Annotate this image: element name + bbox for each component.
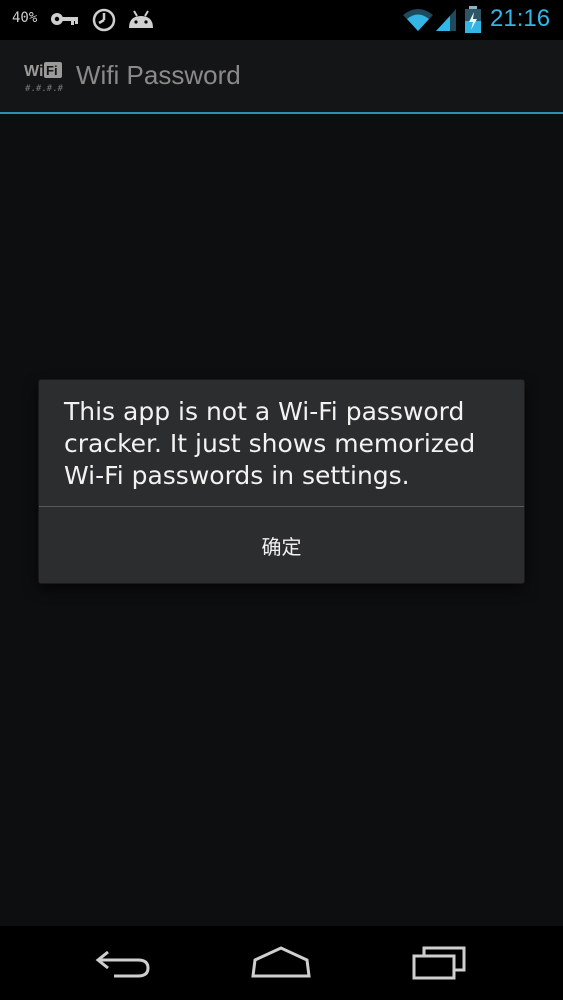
battery-charging-icon [464,6,482,38]
signal-icon [434,7,458,37]
ok-button[interactable]: 确定 [39,507,524,583]
status-bar: 40% 21:16 [0,0,563,40]
svg-text:#.#.#.#: #.#.#.# [25,84,64,94]
alert-dialog: This app is not a Wi-Fi password cracker… [39,380,524,583]
recent-apps-icon[interactable] [410,944,468,984]
app-logo-icon[interactable]: Wi Fi #.#.#.# [22,58,66,102]
android-icon [126,8,156,36]
home-icon[interactable] [249,946,313,984]
svg-text:Fi: Fi [46,63,58,78]
battery-percent-text: 40% [12,10,38,26]
action-bar: Wi Fi #.#.#.# Wifi Password [0,40,563,112]
dialog-message: This app is not a Wi-Fi password cracker… [64,397,476,490]
navigation-bar [0,926,563,1000]
wifi-icon [402,7,434,37]
screen: 40% 21:16 Wi Fi #.#.#.# Wifi Password Th… [0,0,563,1000]
key-icon [50,10,80,32]
clock-icon [92,8,116,36]
svg-text:Wi: Wi [24,63,43,80]
status-time: 21:16 [490,5,551,32]
back-icon[interactable] [94,946,154,984]
page-title: Wifi Password [76,60,241,90]
